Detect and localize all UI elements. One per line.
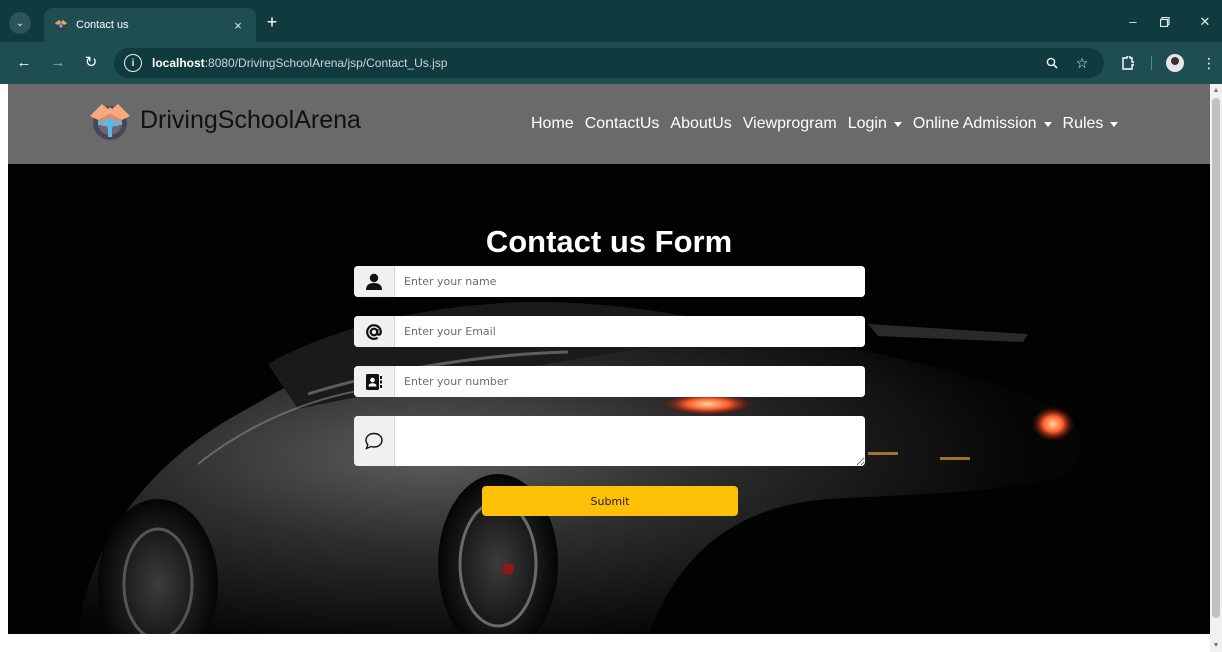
browser-tab[interactable]: Contact us ×	[44, 8, 256, 42]
nav-link-contactus[interactable]: ContactUs	[585, 115, 660, 133]
brand-name: DrivingSchoolArena	[140, 105, 361, 134]
page-footer-strip	[8, 634, 1210, 652]
tab-title: Contact us	[76, 19, 129, 31]
restore-icon[interactable]	[1154, 12, 1176, 32]
hero-section: Contact us Form Enter your name Enter yo…	[8, 164, 1210, 634]
zoom-icon[interactable]	[1042, 53, 1062, 73]
scrollbar-thumb[interactable]	[1212, 98, 1220, 618]
bookmark-star-icon[interactable]: ☆	[1072, 53, 1092, 73]
toolbar-divider	[1151, 56, 1152, 70]
nav-link-home[interactable]: Home	[531, 115, 574, 133]
nav-link-aboutus[interactable]: AboutUs	[670, 115, 731, 133]
message-field-group	[354, 416, 865, 466]
profile-icon[interactable]	[1166, 54, 1184, 72]
forward-icon[interactable]: →	[48, 53, 68, 73]
email-field-group	[354, 316, 865, 347]
page-viewport: DrivingSchoolArena Home ContactUs AboutU…	[0, 84, 1222, 652]
number-field-group	[354, 366, 865, 397]
close-icon[interactable]: ✕	[1194, 12, 1216, 32]
steering-wheel-logo-icon	[90, 104, 130, 140]
brand[interactable]: DrivingSchoolArena	[86, 96, 361, 144]
caret-down-icon	[1043, 121, 1052, 127]
caret-down-icon	[893, 121, 902, 127]
address-bar[interactable]: i localhost :8080/DrivingSchoolArena/jsp…	[114, 48, 1104, 78]
new-tab-button[interactable]: +	[262, 12, 282, 32]
nav-dropdown-online-admission[interactable]: Online Admission	[913, 115, 1052, 133]
email-input[interactable]	[395, 316, 865, 347]
at-icon	[354, 316, 395, 347]
scroll-down-icon[interactable]: ▼	[1212, 642, 1220, 649]
browser-tab-strip: ⌄ Contact us × + – ✕	[0, 0, 1222, 42]
nav-dropdown-login[interactable]: Login	[848, 115, 902, 133]
browser-toolbar: ← → ↻ i localhost :8080/DrivingSchoolAre…	[0, 42, 1222, 84]
site-navbar: DrivingSchoolArena Home ContactUs AboutU…	[8, 84, 1210, 164]
name-field-group	[354, 266, 865, 297]
scroll-up-icon[interactable]: ▲	[1212, 87, 1220, 94]
message-textarea[interactable]	[395, 416, 865, 466]
page-scrollbar[interactable]: ▲ ▼	[1210, 84, 1222, 652]
reload-icon[interactable]: ↻	[81, 53, 101, 73]
url-host: localhost	[152, 56, 205, 70]
url-path: :8080/DrivingSchoolArena/jsp/Contact_Us.…	[204, 56, 448, 70]
tab-search-icon[interactable]: ⌄	[9, 12, 31, 34]
nav-links: Home ContactUs AboutUs Viewprogram Login…	[531, 115, 1129, 133]
site-info-icon[interactable]: i	[124, 54, 142, 72]
tab-close-icon[interactable]: ×	[230, 18, 246, 33]
user-icon	[354, 266, 395, 297]
number-input[interactable]	[395, 366, 865, 397]
caret-down-icon	[1110, 121, 1119, 127]
favicon	[54, 19, 68, 32]
contact-card-icon	[354, 366, 395, 397]
menu-icon[interactable]: ⋮	[1199, 53, 1219, 73]
nav-link-viewprogram[interactable]: Viewprogram	[743, 115, 837, 133]
extensions-icon[interactable]	[1117, 53, 1137, 73]
name-input[interactable]	[395, 266, 865, 297]
form-title: Contact us Form	[485, 224, 733, 259]
nav-dropdown-rules[interactable]: Rules	[1063, 115, 1119, 133]
chat-bubble-icon	[354, 416, 395, 466]
back-icon[interactable]: ←	[14, 53, 34, 73]
submit-button[interactable]: Submit	[482, 486, 738, 516]
minimize-icon[interactable]: –	[1122, 12, 1144, 32]
